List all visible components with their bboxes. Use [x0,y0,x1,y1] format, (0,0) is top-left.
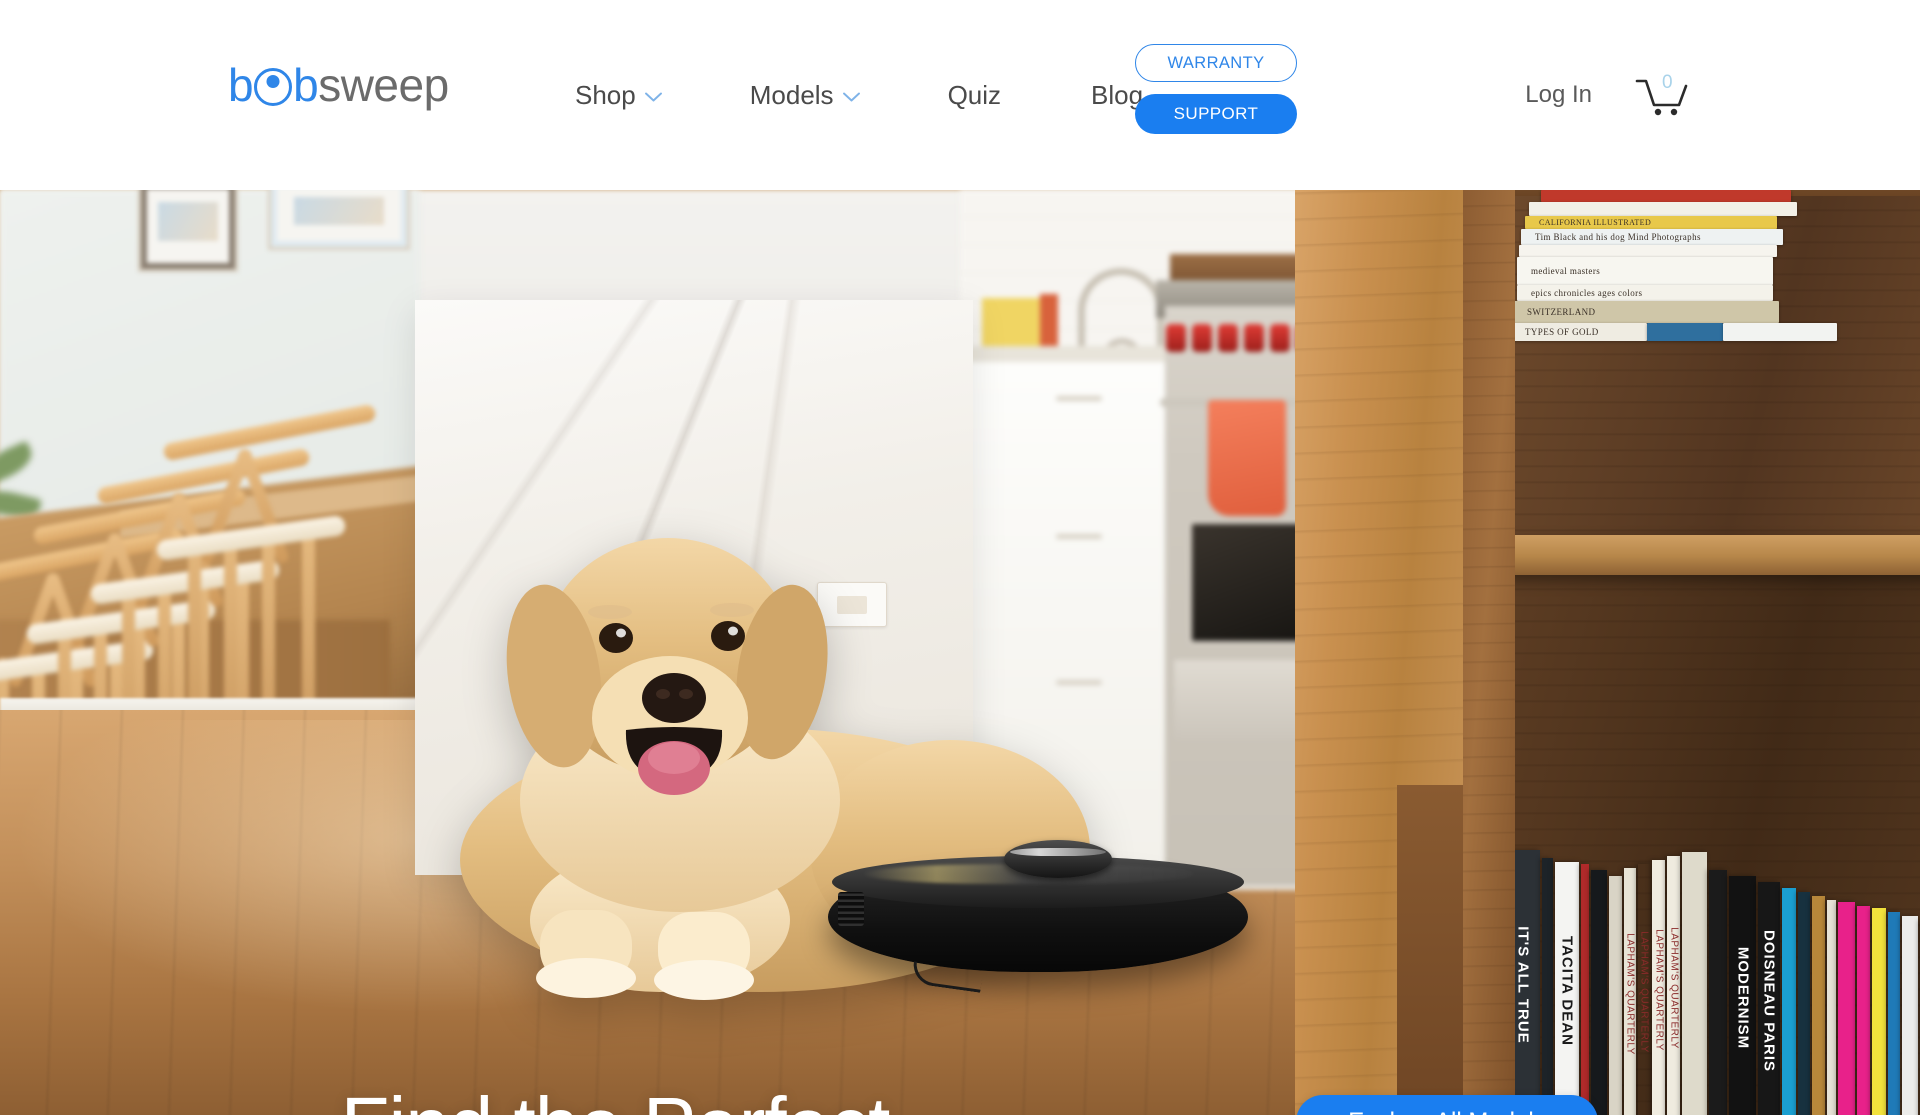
book-spine [1682,852,1707,1115]
book-spine [1798,892,1810,1115]
frame-artwork [294,196,384,225]
book-title: DOISNEAU PARIS [1760,929,1778,1073]
book-spine [1856,906,1870,1115]
frame-mat [277,190,401,241]
book-title: LAPHAM'S QUARTERLY [1653,929,1665,1051]
book-spine [1888,912,1900,1115]
shopping-cart-icon [1635,79,1688,116]
brand-logo[interactable]: b b sweep [228,62,449,108]
stove-knobs [1166,324,1316,354]
book-title: TACITA DEAN [1558,936,1576,1046]
bookshelf-unit: CALIFORNIA ILLUSTRATED Tim Black and his … [1295,190,1920,1115]
book-spine: DOISNEAU PARIS [1758,882,1780,1115]
book-spine: CALIFORNIA ILLUSTRATED [1525,216,1777,229]
book-title: LAPHAM'S QUARTERLY [1668,927,1680,1049]
cabinet-lower-gap [1397,785,1463,1115]
book-spine: TYPES OF GOLD [1511,323,1647,341]
book-spine [1811,896,1825,1115]
book-spine [1608,876,1622,1115]
book-title: LAPHAM'S QUARTERLY [1638,931,1650,1053]
book-spine [1541,190,1791,202]
explore-all-models-button[interactable]: Explore All Models [1296,1095,1598,1115]
nav-label-models: Models [749,79,834,110]
orange-kitchen-towel [1208,400,1286,516]
book-title: LAPHAM'S QUARTERLY [1624,933,1636,1055]
book-spine: epics chronicles ages colors [1517,285,1773,301]
hero-headline-line1: Find the Perfect [0,1078,1230,1115]
primary-navigation: Shop Models Quiz Blog [575,0,1143,190]
logo-eye-icon [254,68,293,106]
upright-books-lower-shelf: IT'S ALL TRUE TACITA DEAN LAPHAM'S QUARTER… [1507,700,1920,1115]
site-header: b b sweep Shop Models Quiz Blog WARRANTY… [0,0,1920,190]
book-spine: TACITA DEAN [1554,862,1580,1115]
book-spine [1581,864,1589,1115]
logo-letter-b2: b [293,59,319,111]
nav-label-quiz: Quiz [947,79,1002,110]
book-spine: medieval masters [1517,257,1773,285]
book-spine [1519,245,1777,257]
yellow-cutting-board [982,298,1044,346]
book-spine [1871,908,1887,1115]
robot-vacuum [828,840,1248,993]
support-button[interactable]: SUPPORT [1135,94,1297,134]
book-spine: Tim Black and his dog Mind Photographs [1521,229,1783,245]
hero-section: CALIFORNIA ILLUSTRATED Tim Black and his … [0,190,1920,1115]
cart-button[interactable]: 0 [1634,71,1692,119]
book-spine: LAPHAM'S QUARTERLY [1638,864,1650,1115]
frame-mat [147,190,229,263]
nav-item-models[interactable]: Models [750,80,860,111]
book-spine: LAPHAM'S QUARTERLY [1623,868,1637,1115]
book-spine [1708,870,1727,1115]
header-action-buttons: WARRANTY SUPPORT [1135,44,1297,134]
frame-artwork [158,202,218,241]
book-spine [1723,323,1837,341]
orange-object [1040,294,1058,346]
header-right-cluster: Log In 0 [1525,0,1692,190]
warranty-button[interactable]: WARRANTY [1135,44,1297,82]
robot-vacuum-lidar-turret [1004,840,1112,878]
book-spine [1781,888,1797,1115]
login-link[interactable]: Log In [1525,81,1592,109]
wall-picture-frame [138,190,238,272]
book-spine [1838,902,1855,1115]
book-spine [1826,900,1837,1115]
logo-suffix: sweep [318,59,449,111]
hero-headline: Find the Perfect Addition to Your Family [0,1078,1230,1115]
hero-photo: CALIFORNIA ILLUSTRATED Tim Black and his … [0,190,1920,1115]
bookshelf-middle-board [1505,535,1920,575]
book-spine [1590,870,1607,1115]
book-spine [1529,202,1797,216]
logo-letter-b1: b [228,59,254,111]
chevron-down-icon [644,92,662,102]
wall-picture-frame [268,190,410,250]
book-title: IT'S ALL TRUE [1514,926,1532,1044]
book-spine [1541,858,1553,1115]
book-title: MODERNISM [1734,946,1752,1050]
nav-item-shop[interactable]: Shop [575,80,662,111]
book-spine [1647,323,1723,341]
nav-item-quiz[interactable]: Quiz [948,80,1001,111]
cabinet-side-edge [1463,190,1515,1115]
nav-label-shop: Shop [575,79,636,110]
book-spine: SWITZERLAND [1513,301,1779,323]
book-spine: LAPHAM'S QUARTERLY [1652,860,1666,1115]
chevron-down-icon [842,92,860,102]
hero-cta-group: Explore All Models Find a Retailer [1296,1095,1598,1115]
book-spine: MODERNISM [1728,876,1757,1115]
book-spine [1901,916,1918,1115]
book-spine: LAPHAM'S QUARTERLY [1667,856,1681,1115]
robot-vacuum-vent [838,892,864,926]
